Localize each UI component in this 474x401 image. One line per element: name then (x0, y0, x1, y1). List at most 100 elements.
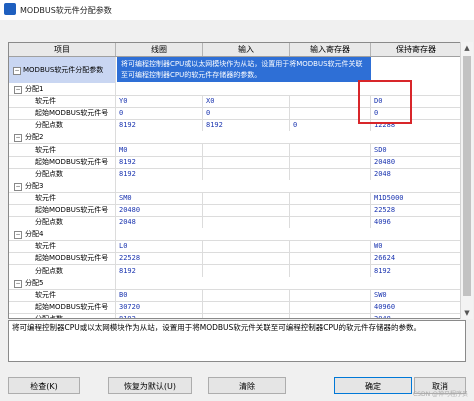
value-cell[interactable]: 8192 (116, 167, 203, 180)
field-label: 软元件 (9, 95, 116, 108)
field-label: 分配点数 (9, 312, 116, 318)
value-cell[interactable]: SD0 (371, 143, 461, 156)
value-cell[interactable] (290, 300, 371, 313)
ok-button[interactable]: 确定 (334, 377, 412, 394)
title-bar: MODBUS软元件分配参数 (0, 0, 474, 20)
check-button[interactable]: 检查(K) (8, 377, 80, 394)
field-label: 分配点数 (9, 119, 116, 132)
table-row[interactable]: 起始MODBUS软元件号 8192 20480 (9, 155, 461, 169)
field-label: 起始MODBUS软元件号 (9, 107, 116, 120)
table-row[interactable]: 软元件 M0 SD0 (9, 143, 461, 157)
value-cell[interactable]: 30720 (116, 300, 203, 313)
value-cell[interactable]: 20480 (371, 155, 461, 168)
group-row[interactable]: − 分配2 (9, 131, 461, 145)
value-cell[interactable]: Y0 (116, 95, 203, 108)
table-row[interactable]: 软元件 SM0 M1D5000 (9, 191, 461, 205)
value-cell[interactable]: B0 (116, 288, 203, 301)
field-label: 软元件 (9, 143, 116, 156)
value-cell[interactable] (290, 167, 371, 180)
arrow-down-icon[interactable]: ▼ (461, 307, 473, 319)
value-cell[interactable]: 22528 (371, 204, 461, 216)
value-cell[interactable] (290, 288, 371, 301)
value-cell[interactable] (290, 252, 371, 265)
value-cell[interactable]: 2048 (116, 216, 203, 229)
value-cell[interactable]: L0 (116, 240, 203, 253)
highlight-box (358, 80, 412, 124)
root-label: MODBUS软元件分配参数 (9, 57, 116, 83)
value-cell[interactable] (203, 264, 290, 277)
table-row[interactable]: 软元件 B0 SW0 (9, 288, 461, 302)
value-cell[interactable] (290, 143, 371, 156)
value-cell[interactable]: 0 (203, 107, 290, 120)
table-row[interactable]: 起始MODBUS软元件号 30720 40960 (9, 300, 461, 314)
value-cell[interactable]: 2048 (371, 167, 461, 180)
column-header-coil[interactable]: 线圈 (116, 43, 203, 56)
column-header-input-register[interactable]: 输入寄存器 (290, 43, 371, 56)
value-cell[interactable]: 8192 (203, 119, 290, 132)
field-label: 软元件 (9, 288, 116, 301)
value-cell[interactable]: SM0 (116, 191, 203, 204)
vertical-scrollbar[interactable]: ▲ ▼ (460, 42, 473, 319)
field-label: 起始MODBUS软元件号 (9, 155, 116, 168)
table-row[interactable]: 分配点数 8192 2048 (9, 312, 461, 318)
scrollbar-thumb[interactable] (463, 56, 471, 296)
value-cell[interactable] (203, 143, 290, 156)
group-title: 分配4 (21, 228, 116, 241)
value-cell[interactable]: SW0 (371, 288, 461, 301)
table-row[interactable]: 起始MODBUS软元件号 20480 22528 (9, 204, 461, 217)
value-cell[interactable] (203, 300, 290, 313)
value-cell[interactable] (203, 204, 290, 216)
value-cell[interactable]: 8192 (116, 264, 203, 277)
value-cell[interactable] (290, 264, 371, 277)
table-row[interactable]: 分配点数 8192 8192 (9, 264, 461, 278)
value-cell[interactable] (203, 288, 290, 301)
group-row[interactable]: − 分配5 (9, 276, 461, 290)
field-label: 软元件 (9, 191, 116, 204)
value-cell[interactable]: X0 (203, 95, 290, 108)
table-row[interactable]: 分配点数 8192 2048 (9, 167, 461, 181)
group-title: 分配5 (21, 276, 116, 289)
column-header-holding-register[interactable]: 保持寄存器 (371, 43, 461, 56)
value-cell[interactable] (203, 240, 290, 253)
value-cell[interactable] (290, 312, 371, 318)
table-row[interactable]: 软元件 L0 W0 (9, 240, 461, 254)
value-cell[interactable]: 20480 (116, 204, 203, 216)
group-title: 分配3 (21, 179, 116, 192)
value-cell[interactable]: M1D5000 (371, 191, 461, 204)
value-cell[interactable] (203, 252, 290, 265)
column-header-input[interactable]: 输入 (203, 43, 290, 56)
group-row[interactable]: − 分配4 (9, 228, 461, 242)
value-cell[interactable]: 22528 (116, 252, 203, 265)
value-cell[interactable] (203, 155, 290, 168)
value-cell[interactable]: 8192 (116, 312, 203, 318)
value-cell[interactable]: 26624 (371, 252, 461, 265)
value-cell[interactable]: 8192 (116, 119, 203, 132)
field-label: 软元件 (9, 240, 116, 253)
window-title: MODBUS软元件分配参数 (20, 6, 112, 15)
value-cell[interactable] (203, 167, 290, 180)
minus-box-icon[interactable]: − (13, 67, 21, 75)
value-cell[interactable]: 4096 (371, 216, 461, 229)
arrow-up-icon[interactable]: ▲ (461, 42, 473, 54)
value-cell[interactable]: W0 (371, 240, 461, 253)
value-cell[interactable]: 2048 (371, 312, 461, 318)
value-cell[interactable] (290, 240, 371, 253)
column-header-item[interactable]: 项目 (9, 43, 116, 56)
value-cell[interactable] (203, 216, 290, 229)
restore-default-button[interactable]: 恢复为默认(U) (108, 377, 192, 394)
value-cell[interactable] (290, 155, 371, 168)
value-cell[interactable]: 40960 (371, 300, 461, 313)
value-cell[interactable] (290, 204, 371, 216)
value-cell[interactable] (290, 191, 371, 204)
value-cell[interactable]: M0 (116, 143, 203, 156)
group-row[interactable]: − 分配3 (9, 179, 461, 193)
table-row[interactable]: 分配点数 2048 4096 (9, 216, 461, 230)
value-cell[interactable]: 8192 (116, 155, 203, 168)
value-cell[interactable] (203, 312, 290, 318)
clear-button[interactable]: 清除 (208, 377, 286, 394)
value-cell[interactable]: 8192 (371, 264, 461, 277)
value-cell[interactable] (290, 216, 371, 229)
value-cell[interactable]: 0 (116, 107, 203, 120)
table-row[interactable]: 起始MODBUS软元件号 22528 26624 (9, 252, 461, 266)
value-cell[interactable] (203, 191, 290, 204)
